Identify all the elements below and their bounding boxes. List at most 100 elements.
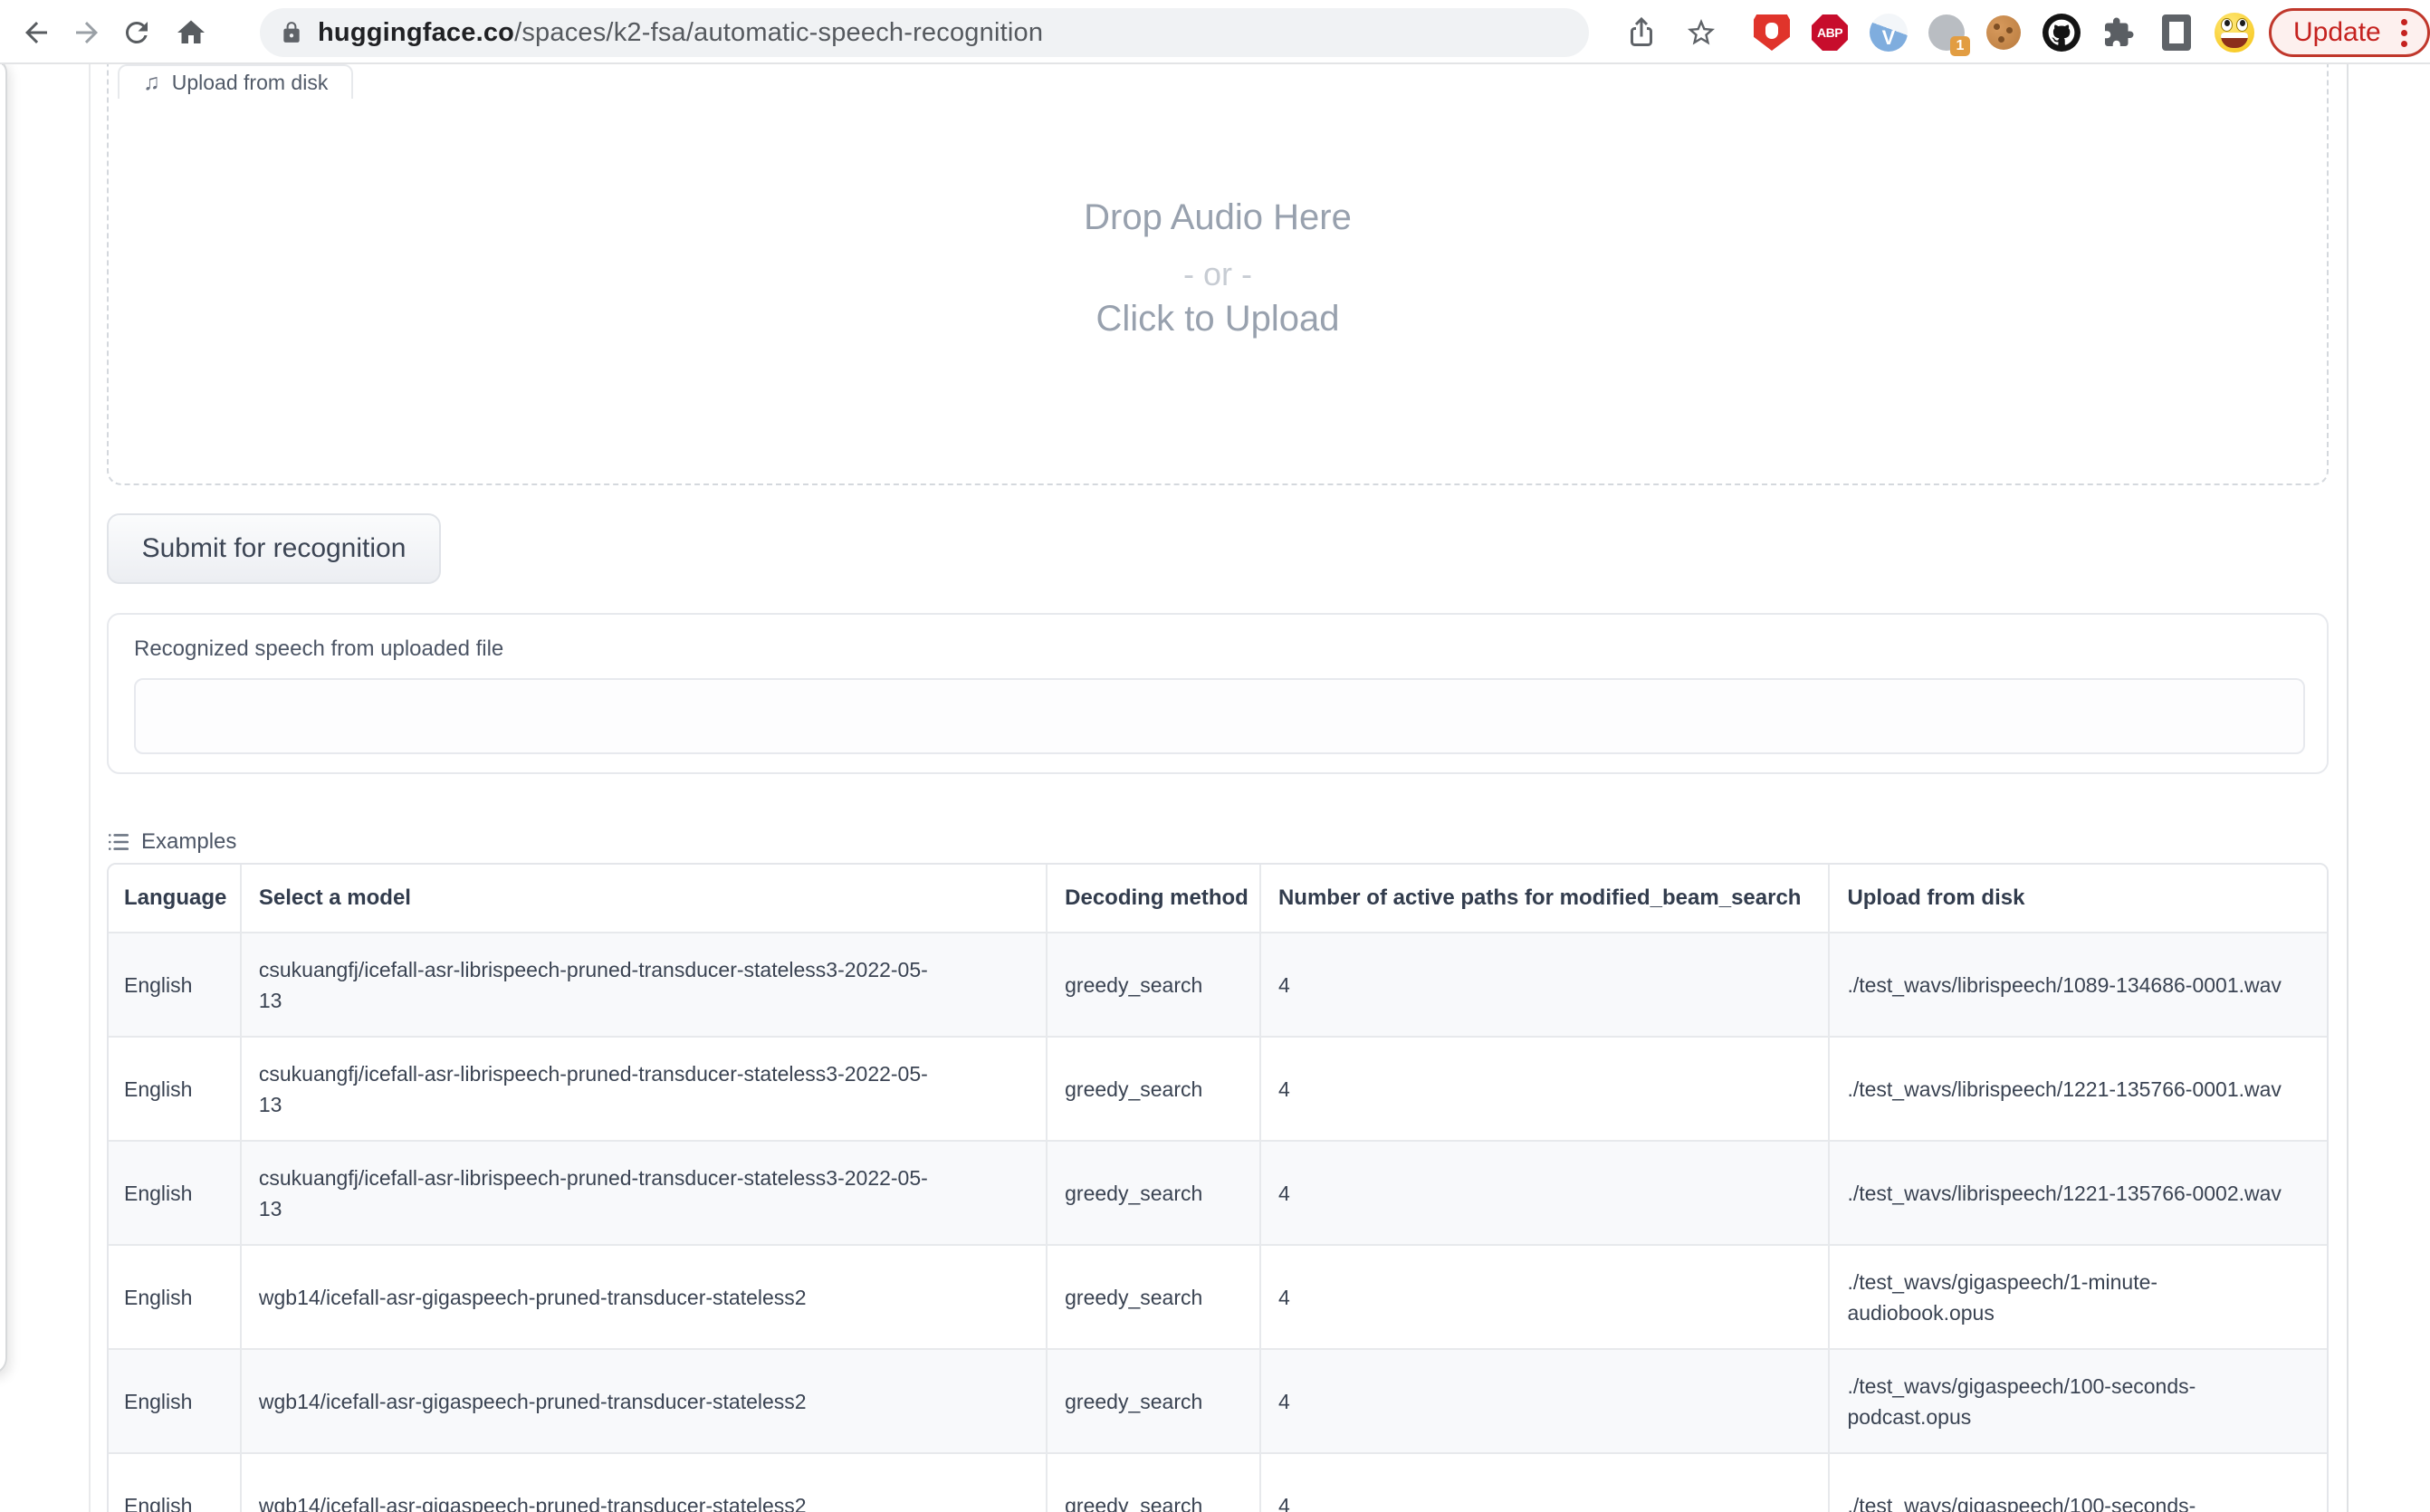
cell-decoding: greedy_search <box>1048 1454 1261 1512</box>
cell-model: wgb14/icefall-asr-gigaspeech-pruned-tran… <box>242 1350 1048 1452</box>
cell-decoding: greedy_search <box>1048 1350 1261 1452</box>
table-row[interactable]: English csukuangfj/icefall-asr-librispee… <box>109 932 2327 1036</box>
url-path: /spaces/k2-fsa/automatic-speech-recognit… <box>514 18 1043 47</box>
table-row[interactable]: English wgb14/icefall-asr-gigaspeech-pru… <box>109 1244 2327 1348</box>
output-group: Recognized speech from uploaded file <box>107 613 2329 774</box>
output-label: Recognized speech from uploaded file <box>134 636 503 662</box>
cell-decoding: greedy_search <box>1048 1038 1261 1140</box>
gray-circle-icon: 1 <box>1928 14 1965 51</box>
ublock-extension-button[interactable] <box>1752 13 1792 53</box>
table-header-row: Language Select a model Decoding method … <box>109 865 2327 932</box>
submit-button[interactable]: Submit for recognition <box>107 513 441 584</box>
table-row[interactable]: English csukuangfj/icefall-asr-librispee… <box>109 1036 2327 1140</box>
reload-icon <box>120 16 153 49</box>
abp-octagon-icon: ABP <box>1812 14 1848 51</box>
extensions-menu-button[interactable] <box>2099 13 2138 53</box>
cell-upload-path: ./test_wavs/gigaspeech/100-seconds- podc… <box>1830 1350 2327 1452</box>
reload-button[interactable] <box>117 13 157 53</box>
chrome-menu-icon[interactable] <box>2397 15 2411 51</box>
browser-toolbar: huggingface.co/spaces/k2-fsa/automatic-s… <box>0 0 2430 64</box>
side-panel-extension-button[interactable] <box>2157 13 2196 53</box>
col-header-language: Language <box>109 865 242 932</box>
cell-decoding: greedy_search <box>1048 1142 1261 1244</box>
cell-upload-path: ./test_wavs/librispeech/1221-135766-0002… <box>1830 1142 2327 1244</box>
v-circle-icon: V <box>1870 14 1908 52</box>
cell-language: English <box>109 933 242 1036</box>
cell-upload-path: ./test_wavs/gigaspeech/1-minute- audiobo… <box>1830 1246 2327 1348</box>
share-icon <box>1625 16 1658 49</box>
page-left-divider <box>89 64 91 1512</box>
col-header-decoding: Decoding method <box>1048 865 1261 932</box>
tab-label: Upload from disk <box>172 71 329 95</box>
update-label: Update <box>2293 17 2381 48</box>
github-icon <box>2043 14 2081 52</box>
badged-extension-button[interactable]: 1 <box>1927 13 1966 53</box>
dropzone-line1: Drop Audio Here <box>107 197 2329 238</box>
list-icon <box>107 830 130 854</box>
cell-model: csukuangfj/icefall-asr-librispeech-prune… <box>242 933 1048 1036</box>
cookie-extension-button[interactable] <box>1984 13 2023 53</box>
url-text: huggingface.co/spaces/k2-fsa/automatic-s… <box>318 18 1043 48</box>
star-icon <box>1685 16 1717 49</box>
extension-badge: 1 <box>1950 36 1970 56</box>
home-button[interactable] <box>171 13 211 53</box>
url-domain: huggingface.co <box>318 18 514 47</box>
col-header-num-paths: Number of active paths for modified_beam… <box>1261 865 1830 932</box>
dropzone-line3: Click to Upload <box>107 299 2329 340</box>
github-extension-button[interactable] <box>2042 13 2081 53</box>
cell-num-paths: 4 <box>1261 1142 1830 1244</box>
cell-model: wgb14/icefall-asr-gigaspeech-pruned-tran… <box>242 1246 1048 1348</box>
address-bar[interactable]: huggingface.co/spaces/k2-fsa/automatic-s… <box>260 8 1589 57</box>
ublock-shield-icon <box>1754 14 1790 51</box>
forward-icon <box>71 16 103 49</box>
music-note-icon: ♫ <box>143 72 160 94</box>
examples-table: Language Select a model Decoding method … <box>107 863 2329 1512</box>
back-icon <box>20 16 53 49</box>
background-window-edge <box>0 58 7 1374</box>
table-row[interactable]: English wgb14/icefall-asr-gigaspeech-pru… <box>109 1452 2327 1512</box>
examples-label: Examples <box>141 829 236 855</box>
cell-model: csukuangfj/icefall-asr-librispeech-prune… <box>242 1038 1048 1140</box>
smiley-icon <box>2215 13 2254 53</box>
cell-language: English <box>109 1038 242 1140</box>
cell-num-paths: 4 <box>1261 1038 1830 1140</box>
screen: huggingface.co/spaces/k2-fsa/automatic-s… <box>0 0 2430 1512</box>
puzzle-icon <box>2102 16 2135 49</box>
tab-upload-from-disk[interactable]: ♫ Upload from disk <box>118 64 353 99</box>
chrome-update-button[interactable]: Update <box>2269 8 2430 57</box>
cell-num-paths: 4 <box>1261 1350 1830 1452</box>
forward-button[interactable] <box>67 13 107 53</box>
cell-language: English <box>109 1350 242 1452</box>
col-header-model: Select a model <box>242 865 1048 932</box>
cell-num-paths: 4 <box>1261 933 1830 1036</box>
cell-model: csukuangfj/icefall-asr-librispeech-prune… <box>242 1142 1048 1244</box>
table-row[interactable]: English csukuangfj/icefall-asr-librispee… <box>109 1140 2327 1244</box>
col-header-upload: Upload from disk <box>1830 865 2327 932</box>
cell-num-paths: 4 <box>1261 1454 1830 1512</box>
share-button[interactable] <box>1622 13 1661 53</box>
page-scrollbar[interactable] <box>2347 64 2349 1512</box>
cell-language: English <box>109 1142 242 1244</box>
cell-upload-path: ./test_wavs/librispeech/1221-135766-0001… <box>1830 1038 2327 1140</box>
vimium-extension-button[interactable]: V <box>1869 13 1909 53</box>
cell-decoding: greedy_search <box>1048 1246 1261 1348</box>
cell-language: English <box>109 1454 242 1512</box>
home-icon <box>175 16 207 49</box>
adblock-plus-extension-button[interactable]: ABP <box>1810 13 1850 53</box>
bookmark-star-button[interactable] <box>1681 13 1721 53</box>
cell-upload-path: ./test_wavs/librispeech/1089-134686-0001… <box>1830 933 2327 1036</box>
cell-language: English <box>109 1246 242 1348</box>
cell-upload-path: ./test_wavs/gigaspeech/100-seconds- <box>1830 1454 2327 1512</box>
smiley-extension-button[interactable] <box>2215 13 2254 53</box>
panel-rect-icon <box>2162 14 2191 51</box>
cell-model: wgb14/icefall-asr-gigaspeech-pruned-tran… <box>242 1454 1048 1512</box>
cell-num-paths: 4 <box>1261 1246 1830 1348</box>
examples-header: Examples <box>107 829 236 855</box>
dropzone-line2: - or - <box>107 255 2329 293</box>
table-row[interactable]: English wgb14/icefall-asr-gigaspeech-pru… <box>109 1348 2327 1452</box>
back-button[interactable] <box>16 13 56 53</box>
recognized-speech-textarea[interactable] <box>134 678 2305 754</box>
lock-icon <box>280 21 303 44</box>
cell-decoding: greedy_search <box>1048 933 1261 1036</box>
cookie-icon <box>1986 15 2021 50</box>
